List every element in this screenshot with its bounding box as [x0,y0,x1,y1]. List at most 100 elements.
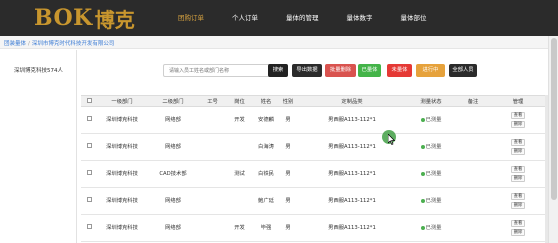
logo-cn-text: 博克 [94,7,135,32]
dept1-cell: 深圳博克科技 [106,225,138,231]
status-badge: 已测量 [420,116,442,124]
delete-button[interactable]: 删除 [511,202,525,209]
manage-cell: 查看 删除 [491,112,545,128]
row-checkbox[interactable] [86,143,92,148]
search-input[interactable] [163,64,274,77]
all-staff-button[interactable]: 全部人员 [449,64,477,77]
manage-cell: 查看 删除 [491,220,545,236]
dept1-cell: 深圳博克科技 [106,144,138,150]
category-cell: 男西服A113-112*1 [328,198,376,204]
breadcrumb-root[interactable]: 团装量体 [4,41,26,47]
page-scrollbar-thumb[interactable] [551,38,557,200]
nav-group-orders[interactable]: 团购订单 [168,0,214,36]
row-select-cell[interactable] [81,197,97,205]
logo-text: BOK [34,5,93,31]
status-cell: 已测量 [407,224,455,233]
name-cell: 安德麟 [258,117,274,123]
row-checkbox[interactable] [86,224,92,229]
company-list-item[interactable]: 深圳博克科技574人 [0,64,77,78]
delete-button[interactable]: 删除 [511,229,525,236]
view-button[interactable]: 查看 [511,139,525,146]
post-cell: 开发 [234,225,245,231]
breadcrumb-current[interactable]: 深圳市博克时代科技开发有限公司 [32,41,115,47]
category-cell: 男西服A113-112*1 [328,117,376,123]
gender-cell: 男 [285,198,291,204]
dept2-cell: 网络部 [165,144,181,150]
row-select-cell[interactable] [81,143,97,151]
status-cell: 已测量 [407,170,455,179]
table-row[interactable]: 深圳博克科技 网络部 鲍广廷 男 男西服A113-112*1 已测量 查看 删除 [81,188,545,215]
top-header: BOK 博克 团购订单 个人订单 量体的管理 量体数字 量体部位 [0,0,558,36]
gender-cell: 男 [285,144,291,150]
view-button[interactable]: 查看 [511,166,525,173]
table-row[interactable]: 深圳博克科技 网络部 白海涛男男西服A113-112*1 已测量 查看 删除 [81,134,545,161]
header-status: 测量状态 [420,99,442,105]
row-select-cell[interactable] [81,116,97,124]
view-button[interactable]: 查看 [511,193,525,200]
header-post: 岗位 [234,99,245,105]
left-panel: 深圳博克科技574人 [0,50,77,243]
manage-cell: 查看 删除 [491,193,545,209]
measured-filter-button[interactable]: 已量体 [358,64,381,77]
select-all-checkbox[interactable] [86,97,92,103]
status-badge: 已测量 [420,170,442,178]
batch-delete-button[interactable]: 批量删除 [325,64,356,77]
status-cell: 已测量 [407,116,455,125]
header-dept2: 二级部门 [162,99,184,105]
delete-button[interactable]: 删除 [511,148,525,155]
view-button[interactable]: 查看 [511,112,525,119]
header-dept1: 一级部门 [111,99,133,105]
nav-personal-orders[interactable]: 个人订单 [222,0,268,36]
row-actions: 查看 删除 [491,139,545,155]
status-text: 已测量 [425,116,442,123]
header-manage: 管理 [512,99,524,105]
gender-cell: 男 [285,225,291,231]
name-cell: 毕强 [260,225,272,231]
nav-measurement-data[interactable]: 量体数字 [337,0,383,36]
nav-measurement-management[interactable]: 量体的管理 [276,0,329,36]
status-text: 已测量 [425,170,442,177]
gender-cell: 男 [285,171,291,177]
row-select-cell[interactable] [81,170,97,178]
table-row[interactable]: 深圳博克科技 网络部 开发 毕强 男 男西服A113-112*1 已测量 查看 删除 [81,215,545,242]
breadcrumb: 团装量体 / 深圳市博克时代科技开发有限公司 [4,39,114,47]
delete-button[interactable]: 删除 [511,175,525,182]
delete-button[interactable]: 删除 [511,121,525,128]
logo[interactable]: BOK 博克 [34,5,135,32]
row-select-cell[interactable] [81,224,97,232]
breadcrumb-separator: / [28,41,30,47]
status-cell: 已测量 [407,197,455,206]
table-row[interactable]: 深圳博克科技 CAD技术部 测试 白铁民 男 男西服A113-112*1 已测量 查看 删除 [81,161,545,188]
status-badge: 已测量 [420,197,441,205]
dept1-cell: 深圳博克科技 [106,117,138,123]
header-gender: 性别 [282,99,294,105]
mouse-cursor-icon [388,134,396,145]
search-button[interactable]: 搜索 [268,64,288,77]
name-cell: 鲍广廷 [258,198,274,204]
table-row[interactable]: 深圳博克科技 网络部 开发 安德麟 男 男西服A113-112*1 已测量 查看 删除 [81,107,545,134]
select-all-cell[interactable] [81,97,97,105]
category-cell: 男西服A113-112*1 [328,171,376,177]
status-text: 已测量 [425,143,442,150]
view-button[interactable]: 查看 [511,220,525,227]
row-checkbox[interactable] [86,170,92,175]
name-cell: 白铁民 [258,171,274,177]
status-dot-icon [420,144,425,149]
header-note: 备注 [467,99,479,105]
status-dot-icon [420,198,425,203]
unmeasured-filter-button[interactable]: 未量体 [387,64,412,77]
nav-measurement-parts[interactable]: 量体部位 [391,0,437,36]
row-checkbox[interactable] [86,197,92,202]
row-checkbox[interactable] [86,116,92,121]
name-cell: 白海涛 [258,144,274,150]
page-scrollbar[interactable] [548,36,558,243]
dept2-cell: CAD技术部 [159,171,187,177]
gender-cell: 男 [285,117,291,123]
manage-cell: 查看 删除 [491,166,545,182]
row-actions: 查看 删除 [491,166,545,182]
row-actions: 查看 删除 [491,220,545,236]
table-header: 一级部门 二级部门 工号 岗位 姓名 性别 定制品类 测量状态 备注 管理 [81,95,545,107]
in-progress-filter-button[interactable]: 进行中 [416,64,445,77]
export-button[interactable]: 导出数据 [292,64,322,77]
table-body: 深圳博克科技 网络部 开发 安德麟男男西服A113-112*1 已测量 查看 删除 深圳博克科… [81,107,545,242]
